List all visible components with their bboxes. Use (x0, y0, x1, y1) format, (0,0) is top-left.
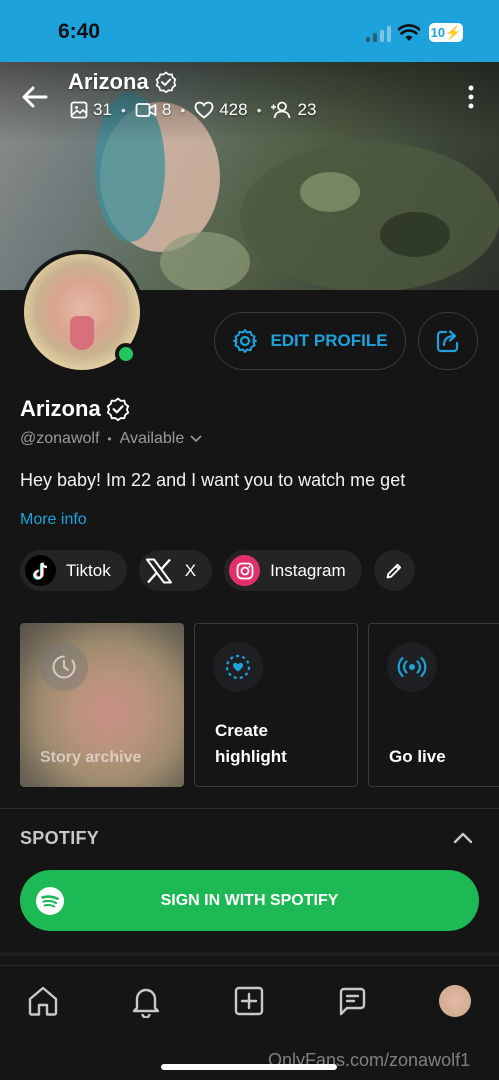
divider (0, 952, 499, 956)
chevron-up-icon[interactable] (452, 830, 474, 846)
go-live-card[interactable]: Go live (368, 623, 499, 787)
stat-likes: 428 (194, 100, 248, 120)
bell-icon (132, 988, 160, 1018)
spotify-section-title: SPOTIFY (20, 828, 100, 848)
stat-videos: 8 (135, 100, 171, 120)
social-chip-tiktok[interactable]: Tiktok (20, 550, 127, 591)
profile-name-row: Arizona (20, 396, 130, 422)
stat-likes-value: 428 (219, 100, 248, 119)
gear-icon (233, 329, 258, 353)
chevron-down-icon (190, 435, 202, 443)
x-icon (144, 555, 175, 586)
message-icon (339, 987, 366, 1016)
separator-dot: • (107, 432, 112, 446)
share-button[interactable] (418, 312, 478, 370)
status-time: 6:40 (58, 20, 101, 43)
stories-row: Story archive Create highlight Go live (20, 623, 499, 787)
live-broadcast-icon (387, 642, 437, 692)
spotify-icon (36, 887, 64, 915)
stat-videos-value: 8 (161, 100, 172, 119)
social-chip-x[interactable]: X (138, 550, 213, 591)
battery-indicator: 10⚡ (429, 23, 463, 42)
stat-fans-value: 23 (297, 100, 317, 119)
availability-label: Available (119, 430, 185, 447)
status-bar: 6:40 10⚡ (0, 0, 499, 62)
social-chip-label: X (184, 560, 197, 580)
header-stats: 31 • 8 • 428 • 23 (70, 100, 316, 120)
photo-icon (70, 101, 88, 119)
social-chip-label: Instagram (270, 560, 346, 580)
stat-photos-value: 31 (93, 100, 112, 119)
edit-profile-button[interactable]: EDIT PROFILE (214, 312, 406, 370)
cover-camo-spot (380, 212, 450, 257)
cover-camo-spot (300, 172, 360, 212)
tab-messages[interactable] (334, 983, 370, 1019)
story-archive-card[interactable]: Story archive (20, 623, 184, 787)
wifi-icon (398, 24, 420, 41)
tab-notifications[interactable] (128, 983, 164, 1019)
battery-level: 10 (430, 25, 446, 40)
video-icon (135, 103, 157, 117)
back-arrow-icon[interactable] (20, 82, 50, 112)
tab-home[interactable] (25, 983, 61, 1019)
availability-dropdown[interactable]: Available (120, 430, 203, 448)
social-chip-label: Tiktok (66, 560, 111, 580)
separator-dot: • (120, 102, 126, 118)
history-icon (40, 643, 88, 691)
avatar-detail (70, 316, 94, 350)
verified-badge-icon (155, 71, 177, 93)
instagram-icon (229, 555, 261, 586)
cover-camo (240, 142, 499, 290)
profile-bio: Hey baby! Im 22 and I want you to watch … (20, 470, 406, 490)
tab-add-post[interactable] (231, 983, 267, 1019)
separator-dot: • (180, 102, 186, 118)
home-icon (28, 986, 58, 1016)
social-links: Tiktok X Instagram (20, 550, 415, 591)
create-highlight-card[interactable]: Create highlight (194, 623, 358, 787)
edit-profile-label: EDIT PROFILE (270, 331, 388, 350)
stat-fans: 23 (270, 100, 316, 120)
heart-icon (194, 101, 214, 119)
highlight-heart-icon (213, 642, 263, 692)
spotify-sign-in-button[interactable]: SIGN IN WITH SPOTIFY (20, 870, 479, 931)
home-indicator[interactable] (161, 1064, 337, 1070)
online-status-dot (115, 343, 137, 365)
separator-dot: • (256, 102, 262, 118)
more-options-icon[interactable] (464, 84, 478, 110)
profile-name: Arizona (20, 396, 101, 421)
go-live-label: Go live (389, 747, 446, 766)
more-info-link[interactable]: More info (20, 511, 87, 529)
profile-handle-row: @zonawolf • Available (20, 430, 202, 448)
tiktok-icon (25, 555, 56, 586)
header-name: Arizona (68, 69, 149, 94)
profile-handle: @zonawolf (20, 430, 100, 447)
cover-camo-spot (160, 232, 250, 290)
story-archive-label: Story archive (40, 749, 142, 766)
social-chip-instagram[interactable]: Instagram (224, 550, 362, 591)
fans-icon (271, 101, 291, 119)
create-highlight-label: Create highlight (215, 721, 287, 766)
share-icon (436, 330, 459, 353)
pencil-icon (386, 563, 402, 578)
verified-badge-icon (106, 397, 129, 421)
tab-profile-avatar[interactable] (439, 985, 471, 1017)
add-post-icon (234, 986, 264, 1016)
spotify-button-label: SIGN IN WITH SPOTIFY (160, 891, 339, 909)
divider (0, 808, 499, 809)
edit-socials-button[interactable] (373, 550, 415, 591)
header-name-row: Arizona (68, 69, 177, 95)
stat-photos: 31 (70, 100, 112, 120)
signal-icon (366, 26, 391, 42)
